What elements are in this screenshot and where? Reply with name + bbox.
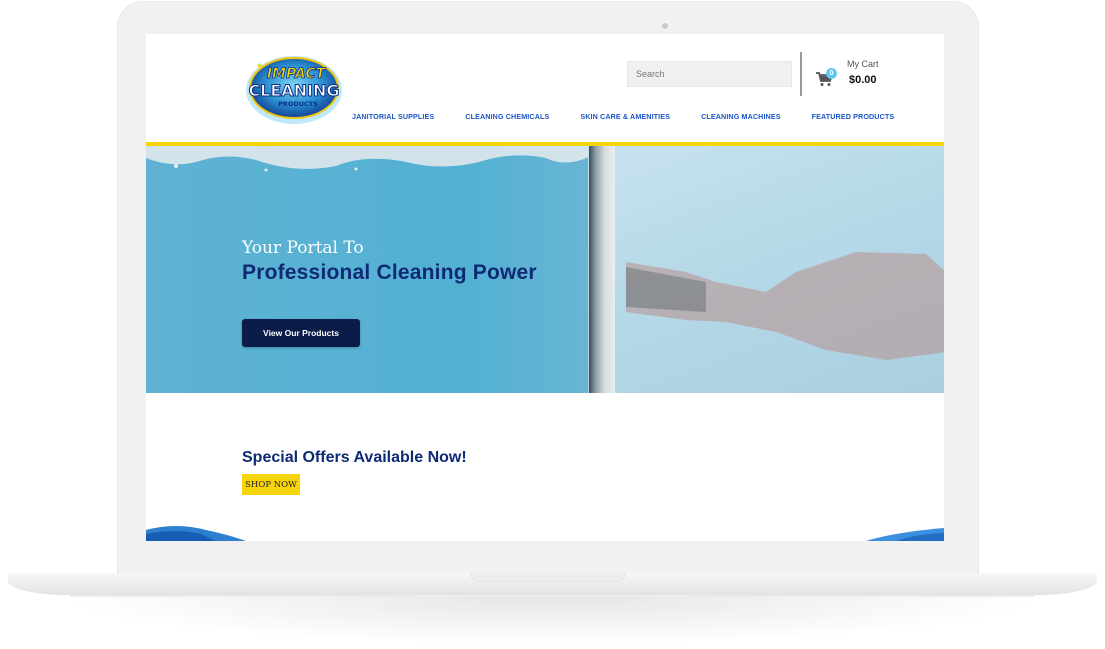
- laptop-base: [0, 573, 1105, 645]
- base-shadow: [60, 597, 1045, 645]
- shop-now-button[interactable]: SHOP NOW: [242, 474, 300, 495]
- site-logo[interactable]: IMPACT CLEANING PRODUCTS ★: [244, 48, 346, 126]
- foam-edge-decoration: [146, 146, 591, 172]
- hero-title: Professional Cleaning Power: [242, 261, 537, 284]
- hero-subtitle: Your Portal To: [242, 238, 364, 258]
- nav-item-featured-products[interactable]: FEATURED PRODUCTS: [812, 112, 895, 121]
- cart-count-badge: 0: [826, 68, 837, 79]
- nav-item-cleaning-chemicals[interactable]: CLEANING CHEMICALS: [465, 112, 549, 121]
- svg-text:PRODUCTS: PRODUCTS: [278, 100, 318, 108]
- water-splash-right: [866, 528, 944, 541]
- hand-holding-squeegee-image: [626, 252, 944, 360]
- laptop-mockup: IMPACT CLEANING PRODUCTS ★ 0 My Cart $0.…: [0, 0, 1105, 649]
- impact-cleaning-logo-icon: IMPACT CLEANING PRODUCTS ★: [246, 56, 342, 124]
- main-nav: JANITORIAL SUPPLIES CLEANING CHEMICALS S…: [352, 112, 925, 121]
- water-splash-left: [146, 526, 246, 541]
- hero-banner: Your Portal To Professional Cleaning Pow…: [146, 146, 944, 393]
- camera-dot: [662, 23, 668, 29]
- special-offers-heading: Special Offers Available Now!: [242, 449, 467, 466]
- svg-text:IMPACT: IMPACT: [267, 66, 327, 82]
- view-products-button[interactable]: View Our Products: [242, 319, 360, 347]
- nav-item-cleaning-machines[interactable]: CLEANING MACHINES: [701, 112, 781, 121]
- svg-text:CLEANING: CLEANING: [248, 81, 339, 100]
- nav-item-skin-care-amenities[interactable]: SKIN CARE & AMENITIES: [580, 112, 670, 121]
- squeegee-blade: [589, 146, 615, 393]
- search-input[interactable]: [627, 61, 792, 87]
- nav-item-janitorial-supplies[interactable]: JANITORIAL SUPPLIES: [352, 112, 434, 121]
- base-edge-line: [70, 595, 1035, 597]
- trackpad-notch: [470, 573, 626, 582]
- cart-total[interactable]: $0.00: [849, 74, 877, 86]
- website-screen: IMPACT CLEANING PRODUCTS ★ 0 My Cart $0.…: [146, 34, 944, 541]
- site-header: IMPACT CLEANING PRODUCTS ★ 0 My Cart $0.…: [146, 34, 944, 146]
- svg-text:★: ★: [256, 61, 263, 70]
- cart-label[interactable]: My Cart: [847, 59, 879, 69]
- header-divider: [800, 52, 802, 96]
